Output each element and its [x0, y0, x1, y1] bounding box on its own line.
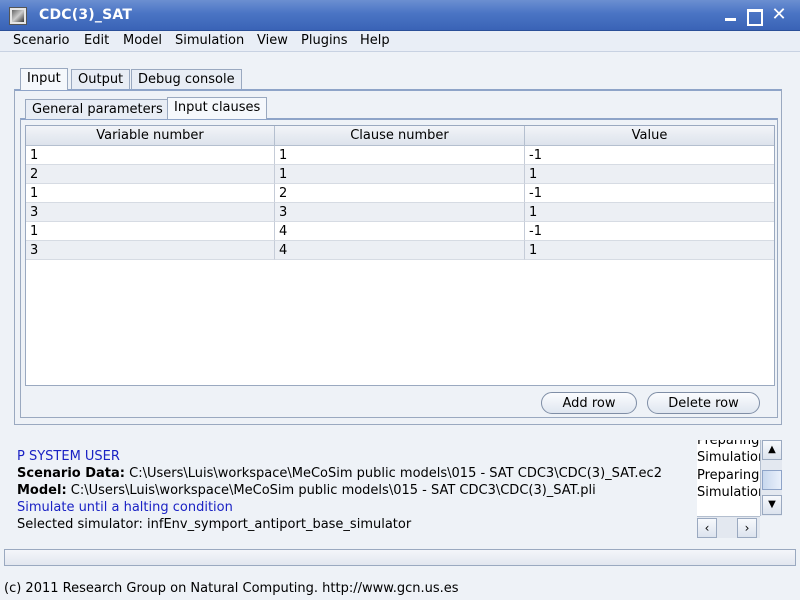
- column-header-variable-number[interactable]: Variable number: [26, 126, 275, 146]
- log-area[interactable]: P SYSTEM USER Scenario Data: C:\Users\Lu…: [14, 448, 694, 540]
- scenario-path: C:\Users\Luis\workspace\MeCoSim public m…: [129, 466, 662, 481]
- cell-clause-number[interactable]: 4: [275, 222, 525, 241]
- menu-plugins[interactable]: Plugins: [301, 33, 348, 48]
- vertical-scrollbar[interactable]: ▲ ▼: [760, 440, 782, 516]
- model-label: Model:: [17, 483, 67, 498]
- add-row-button[interactable]: Add row: [541, 392, 637, 414]
- table-row[interactable]: 1 2 -1: [26, 184, 774, 203]
- cell-value[interactable]: 1: [525, 241, 774, 260]
- log-scenario-data: Scenario Data: C:\Users\Luis\workspace\M…: [17, 465, 662, 482]
- cell-variable-number[interactable]: 1: [26, 146, 275, 165]
- minimize-button[interactable]: [722, 6, 740, 24]
- scroll-right-icon[interactable]: ›: [737, 518, 757, 538]
- tab-input[interactable]: Input: [20, 68, 68, 90]
- horizontal-scrollbar[interactable]: ‹ ›: [697, 516, 760, 538]
- mini-log-line: Simulation: [697, 485, 760, 500]
- cell-value[interactable]: -1: [525, 184, 774, 203]
- menu-simulation[interactable]: Simulation: [175, 33, 244, 48]
- cell-value[interactable]: 1: [525, 203, 774, 222]
- model-path: C:\Users\Luis\workspace\MeCoSim public m…: [70, 483, 596, 498]
- cell-clause-number[interactable]: 2: [275, 184, 525, 203]
- cell-value[interactable]: -1: [525, 146, 774, 165]
- column-header-clause-number[interactable]: Clause number: [275, 126, 525, 146]
- scroll-down-icon[interactable]: ▼: [762, 495, 782, 515]
- cell-variable-number[interactable]: 1: [26, 184, 275, 203]
- title-bar[interactable]: CDC(3)_SAT ✕: [0, 0, 800, 31]
- cell-variable-number[interactable]: 3: [26, 203, 275, 222]
- menu-view[interactable]: View: [257, 33, 288, 48]
- delete-row-button[interactable]: Delete row: [647, 392, 760, 414]
- cell-value[interactable]: 1: [525, 165, 774, 184]
- cell-clause-number[interactable]: 1: [275, 165, 525, 184]
- menu-scenario[interactable]: Scenario: [13, 33, 70, 48]
- tab-general-parameters[interactable]: General parameters: [25, 99, 170, 119]
- tab-debug-console[interactable]: Debug console: [131, 69, 242, 89]
- progress-bar: [4, 549, 796, 566]
- table-row[interactable]: 3 4 1: [26, 241, 774, 260]
- cell-clause-number[interactable]: 4: [275, 241, 525, 260]
- mini-log-line: Preparing: [697, 440, 760, 448]
- column-header-value[interactable]: Value: [525, 126, 774, 146]
- mini-log-pane[interactable]: Preparing Simulation Preparing Simulatio…: [697, 440, 760, 516]
- log-simulator: Selected simulator: infEnv_symport_antip…: [17, 517, 412, 532]
- scroll-thumb[interactable]: [762, 470, 782, 490]
- scroll-left-icon[interactable]: ‹: [697, 518, 717, 538]
- tab-output[interactable]: Output: [71, 69, 131, 89]
- close-button[interactable]: ✕: [770, 6, 788, 24]
- cell-clause-number[interactable]: 1: [275, 146, 525, 165]
- table-row[interactable]: 1 1 -1: [26, 146, 774, 165]
- cell-variable-number[interactable]: 2: [26, 165, 275, 184]
- clauses-table: Variable number Clause number Value 1 1 …: [25, 125, 775, 386]
- table-row[interactable]: 1 4 -1: [26, 222, 774, 241]
- table-row[interactable]: 2 1 1: [26, 165, 774, 184]
- menu-model[interactable]: Model: [123, 33, 162, 48]
- scenario-label: Scenario Data:: [17, 466, 125, 481]
- menu-bar: Scenario Edit Model Simulation View Plug…: [0, 31, 800, 52]
- menu-edit[interactable]: Edit: [84, 33, 109, 48]
- status-bar: (c) 2011 Research Group on Natural Compu…: [4, 581, 459, 596]
- cell-value[interactable]: -1: [525, 222, 774, 241]
- table-row[interactable]: 3 3 1: [26, 203, 774, 222]
- log-user: P SYSTEM USER: [17, 449, 120, 464]
- log-model: Model: C:\Users\Luis\workspace\MeCoSim p…: [17, 482, 596, 499]
- cell-clause-number[interactable]: 3: [275, 203, 525, 222]
- scroll-up-icon[interactable]: ▲: [762, 440, 782, 460]
- cell-variable-number[interactable]: 3: [26, 241, 275, 260]
- mini-log-line: Preparing: [697, 468, 760, 483]
- mini-log-line: Simulation: [697, 450, 760, 465]
- maximize-button[interactable]: [744, 6, 763, 26]
- tab-input-clauses[interactable]: Input clauses: [167, 97, 268, 119]
- cell-variable-number[interactable]: 1: [26, 222, 275, 241]
- log-halting: Simulate until a halting condition: [17, 500, 233, 515]
- menu-help[interactable]: Help: [360, 33, 390, 48]
- app-icon[interactable]: [9, 7, 27, 25]
- window-title: CDC(3)_SAT: [39, 7, 133, 23]
